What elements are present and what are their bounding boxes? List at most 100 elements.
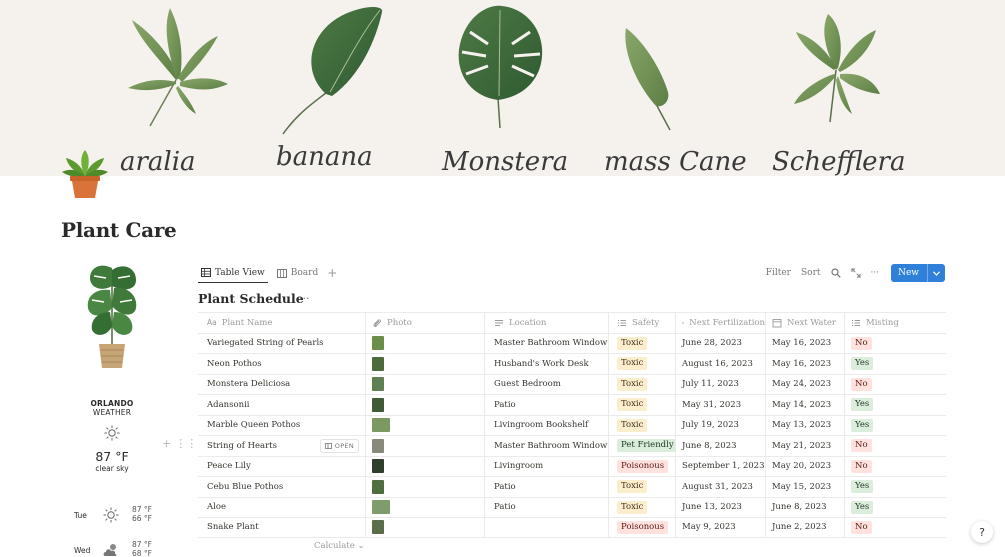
safety-cell[interactable]: Toxic (609, 374, 676, 394)
location-cell[interactable]: Livingroom Bookshelf (485, 415, 609, 435)
photo-cell[interactable] (366, 354, 485, 374)
location-cell[interactable]: Master Bathroom Window (485, 436, 609, 456)
plant-photo-thumbnail[interactable] (372, 356, 384, 371)
help-button[interactable]: ? (971, 521, 993, 543)
fertilization-cell[interactable]: June 8, 2023 (676, 436, 766, 456)
plant-photo-thumbnail[interactable] (372, 520, 384, 535)
water-cell[interactable]: May 14, 2023 (766, 395, 845, 415)
table-row[interactable]: String of Hearts OPEN Master Bathroom Wind… (198, 435, 946, 456)
plant-name-cell[interactable]: Aloe (198, 497, 366, 517)
misting-cell[interactable]: Yes (845, 477, 946, 497)
photo-cell[interactable] (366, 395, 485, 415)
water-cell[interactable]: May 15, 2023 (766, 477, 845, 497)
search-icon[interactable] (830, 268, 841, 278)
misting-cell[interactable]: Yes (845, 498, 946, 518)
photo-cell[interactable] (366, 477, 485, 497)
plant-photo-thumbnail[interactable] (372, 377, 384, 392)
fertilization-cell[interactable]: September 1, 2023 (676, 456, 766, 476)
location-cell[interactable]: Patio (485, 497, 609, 517)
table-row[interactable]: Neon Pothos Husband's Work Desk Toxic Augus… (198, 353, 946, 374)
misting-cell[interactable]: No (845, 436, 946, 456)
fertilization-cell[interactable]: May 9, 2023 (676, 518, 766, 537)
database-title[interactable]: Plant Schedule (198, 291, 304, 306)
misting-cell[interactable]: Yes (845, 395, 946, 415)
misting-cell[interactable]: No (845, 518, 946, 537)
plant-name-cell[interactable]: Snake Plant (198, 518, 366, 537)
safety-cell[interactable]: Toxic (609, 415, 676, 435)
plant-name-cell[interactable]: Neon Pothos (198, 354, 366, 374)
location-cell[interactable]: Husband's Work Desk (485, 354, 609, 374)
more-options-button[interactable]: ··· (871, 268, 880, 278)
column-header-location[interactable]: Location (485, 313, 609, 333)
plant-photo-thumbnail[interactable] (372, 479, 384, 494)
location-cell[interactable] (485, 518, 609, 537)
misting-cell[interactable]: Yes (845, 354, 946, 374)
water-cell[interactable]: June 2, 2023 (766, 518, 845, 537)
open-button[interactable]: OPEN (319, 439, 359, 453)
fertilization-cell[interactable]: June 13, 2023 (676, 497, 766, 517)
photo-cell[interactable] (366, 456, 485, 476)
table-row[interactable]: Adansonii Patio Toxic May 31, 2023 May 14, 2… (198, 394, 946, 415)
column-header-safety[interactable]: Safety (609, 313, 676, 333)
misting-cell[interactable]: No (845, 334, 946, 354)
location-cell[interactable]: Master Bathroom Window (485, 333, 609, 353)
table-row[interactable]: Snake Plant Poisonous May 9, 2023 June 2, 2… (198, 517, 946, 538)
column-header-plant-name[interactable]: Aa Plant Name (198, 313, 366, 333)
water-cell[interactable]: May 21, 2023 (766, 436, 845, 456)
water-cell[interactable]: May 13, 2023 (766, 415, 845, 435)
fertilization-cell[interactable]: May 31, 2023 (676, 395, 766, 415)
add-view-button[interactable]: + (327, 266, 337, 280)
plant-name-cell[interactable]: Monstera Deliciosa (198, 374, 366, 394)
photo-cell[interactable] (366, 374, 485, 394)
drag-handle-icon[interactable]: ⋮⋮ (175, 437, 197, 450)
misting-cell[interactable]: No (845, 457, 946, 477)
safety-cell[interactable]: Toxic (609, 354, 676, 374)
photo-cell[interactable] (366, 415, 485, 435)
water-cell[interactable]: May 16, 2023 (766, 354, 845, 374)
plant-name-cell[interactable]: String of Hearts OPEN (198, 436, 366, 456)
plant-photo-thumbnail[interactable] (372, 500, 390, 515)
expand-icon[interactable] (851, 268, 861, 278)
new-button[interactable]: New (891, 264, 945, 282)
safety-cell[interactable]: Toxic (609, 497, 676, 517)
plant-name-cell[interactable]: Cebu Blue Pothos (198, 477, 366, 497)
fertilization-cell[interactable]: June 28, 2023 (676, 333, 766, 353)
photo-cell[interactable] (366, 497, 485, 517)
safety-cell[interactable]: Poisonous (609, 456, 676, 476)
water-cell[interactable]: May 16, 2023 (766, 333, 845, 353)
safety-cell[interactable]: Toxic (609, 333, 676, 353)
plant-photo-thumbnail[interactable] (372, 418, 390, 433)
table-row[interactable]: Cebu Blue Pothos Patio Toxic August 31, 202… (198, 476, 946, 497)
safety-cell[interactable]: Toxic (609, 395, 676, 415)
column-header-photo[interactable]: Photo (366, 313, 485, 333)
safety-cell[interactable]: Poisonous (609, 518, 676, 537)
table-row[interactable]: Peace Lily Livingroom Poisonous September 1… (198, 455, 946, 477)
location-cell[interactable]: Patio (485, 477, 609, 497)
fertilization-cell[interactable]: July 19, 2023 (676, 415, 766, 435)
chevron-down-icon[interactable] (927, 264, 945, 282)
plant-name-cell[interactable]: Marble Queen Pothos (198, 415, 366, 435)
misting-cell[interactable]: Yes (845, 416, 946, 436)
safety-cell[interactable]: Toxic (609, 477, 676, 497)
plant-name-cell[interactable]: Variegated String of Pearls (198, 333, 366, 353)
table-row[interactable]: Aloe Patio Toxic June 13, 2023 June 8, 2023 Y… (198, 496, 946, 518)
calculate-button[interactable]: Calculate ⌄ (314, 541, 365, 551)
plant-photo-thumbnail[interactable] (372, 336, 384, 351)
location-cell[interactable]: Patio (485, 395, 609, 415)
table-row[interactable]: Marble Queen Pothos Livingroom Bookshelf T… (198, 414, 946, 436)
table-row[interactable]: Variegated String of Pearls Master Bathro… (198, 332, 946, 354)
database-more-button[interactable]: ··· (299, 292, 310, 305)
photo-cell[interactable] (366, 518, 485, 537)
plant-photo-thumbnail[interactable] (372, 397, 384, 412)
tab-board[interactable]: Board (274, 263, 321, 283)
filter-button[interactable]: Filter (766, 268, 791, 278)
potted-plant-icon[interactable] (58, 146, 112, 200)
safety-cell[interactable]: Pet Friendly (609, 436, 676, 456)
water-cell[interactable]: May 20, 2023 (766, 456, 845, 476)
fertilization-cell[interactable]: July 11, 2023 (676, 374, 766, 394)
photo-cell[interactable] (366, 436, 485, 456)
plant-photo-thumbnail[interactable] (372, 438, 384, 453)
misting-cell[interactable]: No (845, 375, 946, 395)
water-cell[interactable]: May 24, 2023 (766, 374, 845, 394)
sort-button[interactable]: Sort (801, 268, 821, 278)
